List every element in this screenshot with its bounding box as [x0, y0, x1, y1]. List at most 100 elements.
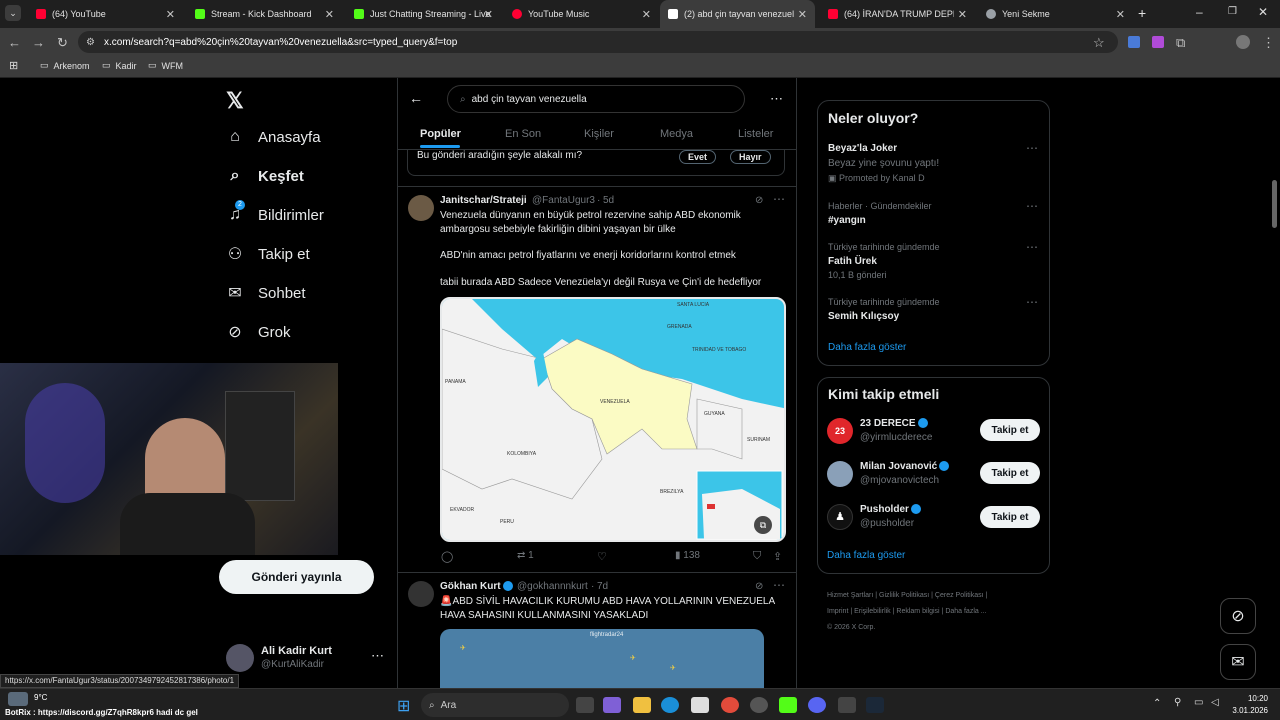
file-explorer-icon[interactable]	[633, 697, 651, 713]
follow-show-more-link[interactable]: Daha fazla göster	[827, 550, 905, 561]
footer-link[interactable]: Imprint	[827, 608, 848, 615]
maximize-icon[interactable]: ❐	[1228, 6, 1237, 17]
store-icon[interactable]	[691, 697, 709, 713]
messages-floating-icon[interactable]: ✉	[1220, 644, 1256, 680]
back-icon[interactable]: ←	[8, 35, 21, 50]
mic-icon[interactable]: ⚲	[1174, 697, 1181, 708]
steam-icon[interactable]	[866, 697, 884, 713]
app-icon[interactable]	[838, 697, 856, 713]
tab-search-icon[interactable]: ⌄	[5, 5, 21, 21]
windows-start-icon[interactable]: ⊞	[397, 696, 410, 716]
volume-icon[interactable]: ◁	[1211, 697, 1219, 708]
follow-button[interactable]: Takip et	[980, 419, 1040, 441]
nav-notifications[interactable]: ♫ 2 Bildirimler	[226, 200, 324, 224]
more-icon[interactable]: ⋯	[371, 648, 384, 664]
tweet-image-map[interactable]: SANTA LUCIA GRENADA TRINIDAD VE TOBAGO P…	[440, 297, 786, 542]
window-close-icon[interactable]: ✕	[1258, 5, 1268, 19]
trend-item[interactable]: Beyaz'la Joker Beyaz yine şovunu yaptı! …	[818, 137, 1049, 187]
share-icon[interactable]: ⇪	[773, 550, 782, 563]
retweet-button[interactable]: ⇄ 1	[517, 550, 534, 561]
tab-lists[interactable]: Listeler	[738, 128, 773, 140]
browser-tab[interactable]: YouTube Music ✕	[504, 0, 659, 28]
bookmark-folder[interactable]: ▭ Kadir	[102, 60, 137, 71]
clock-date[interactable]: 3.01.2026	[1222, 706, 1268, 715]
reply-icon[interactable]: ◯	[441, 550, 453, 563]
more-icon[interactable]: ⋯	[1026, 199, 1038, 213]
browser-tab[interactable]: Yeni Sekme ✕	[978, 0, 1133, 28]
more-icon[interactable]: ⋯	[1026, 141, 1038, 155]
close-icon[interactable]: ✕	[642, 8, 651, 21]
tab-latest[interactable]: En Son	[505, 128, 541, 140]
tweet-handle[interactable]: @FantaUgur3	[532, 195, 595, 206]
nav-home[interactable]: ⌂ Anasayfa	[226, 128, 320, 146]
close-icon[interactable]: ✕	[166, 8, 175, 21]
image-alt-icon[interactable]: ⧉	[754, 516, 772, 534]
feedback-yes-button[interactable]: Evet	[679, 150, 717, 164]
browser-tab[interactable]: Stream - Kick Dashboard ✕	[187, 0, 342, 28]
tweet-time[interactable]: 7d	[597, 581, 608, 592]
follow-button[interactable]: Takip et	[980, 462, 1040, 484]
tab-people[interactable]: Kişiler	[584, 128, 614, 140]
weather-icon[interactable]	[8, 692, 28, 706]
footer-link[interactable]: Reklam bilgisi	[896, 608, 939, 615]
close-icon[interactable]: ✕	[1116, 8, 1125, 21]
bookmark-icon[interactable]: ⛉	[753, 550, 761, 563]
bookmark-star-icon[interactable]: ☆	[1093, 35, 1105, 51]
nav-follow[interactable]: ⚇ Takip et	[226, 245, 310, 264]
post-button[interactable]: Gönderi yayınla	[219, 560, 374, 594]
trends-show-more-link[interactable]: Daha fazla göster	[828, 342, 906, 353]
browser-tab[interactable]: Just Chatting Streaming - Live ✕	[346, 0, 501, 28]
follow-button[interactable]: Takip et	[980, 506, 1040, 528]
footer-link[interactable]: Erişilebilirlik	[854, 608, 891, 615]
search-input[interactable]: ⌕ abd çin tayvan venezuella	[447, 85, 745, 113]
trend-item[interactable]: Türkiye tarihinde gündemde Semih Kılıçso…	[818, 293, 1049, 329]
tweet-author[interactable]: Janitschar/Strateji	[440, 195, 527, 206]
browser-tab[interactable]: (64) İRAN'DA TRUMP DEPREMİ ✕	[820, 0, 975, 28]
footer-link[interactable]: Çerez Politikası	[935, 592, 984, 599]
obs-icon[interactable]	[750, 697, 768, 713]
footer-link[interactable]: Gizlilik Politikası	[879, 592, 929, 599]
new-tab-icon[interactable]: +	[1138, 5, 1146, 21]
more-icon[interactable]: ⋯	[773, 578, 785, 592]
trend-item[interactable]: Haberler · Gündemdekiler #yangın ⋯	[818, 197, 1049, 233]
task-view-icon[interactable]	[576, 697, 594, 713]
edge-icon[interactable]	[661, 697, 679, 713]
tab-media[interactable]: Medya	[660, 128, 693, 140]
close-icon[interactable]: ✕	[325, 8, 334, 21]
page-scrollbar-thumb[interactable]	[1272, 180, 1277, 228]
grok-floating-icon[interactable]: ⊘	[1220, 598, 1256, 634]
tray-expand-icon[interactable]: ⌃	[1153, 698, 1161, 709]
apps-grid-icon[interactable]: ⊞	[9, 59, 18, 72]
more-icon[interactable]: ⋯	[1026, 295, 1038, 309]
profile-avatar-icon[interactable]	[1236, 35, 1250, 49]
address-bar[interactable]: x.com/search?q=abd%20çin%20tayvan%20vene…	[78, 31, 1118, 53]
taskbar-search[interactable]: ⌕ Ara	[421, 693, 569, 717]
footer-link[interactable]: Hizmet Şartları	[827, 592, 873, 599]
x-logo-icon[interactable]: 𝕏	[226, 88, 244, 114]
views-button[interactable]: ▮ 138	[675, 550, 700, 561]
footer-link[interactable]: Daha fazla ...	[945, 608, 986, 615]
account-switcher[interactable]: Ali Kadir Kurt @KurtAliKadir ⋯	[226, 642, 386, 678]
browser-tab[interactable]: (64) YouTube ✕	[28, 0, 183, 28]
translate-extension-icon[interactable]	[1128, 36, 1140, 48]
chrome-icon[interactable]	[721, 697, 739, 713]
minimize-icon[interactable]: –	[1196, 5, 1203, 19]
copilot-icon[interactable]	[603, 697, 621, 713]
like-icon[interactable]: ♡	[597, 550, 607, 563]
grok-explain-icon[interactable]: ⊘	[755, 581, 763, 592]
site-info-icon[interactable]: ⚙	[86, 37, 95, 48]
tweet-image-flightradar[interactable]: flightradar24 ✈ ✈ ✈	[440, 629, 764, 688]
back-arrow-icon[interactable]: ←	[409, 90, 423, 106]
tab-popular[interactable]: Popüler	[420, 128, 461, 140]
discord-icon[interactable]	[808, 697, 826, 713]
nav-messages[interactable]: ✉ Sohbet	[226, 284, 305, 303]
browser-tab-active[interactable]: (2) abd çin tayvan venezuela - ✕	[660, 0, 815, 28]
extensions-puzzle-icon[interactable]: ⧉	[1176, 35, 1185, 51]
trend-item[interactable]: Türkiye tarihinde gündemde Fatih Ürek 10…	[818, 238, 1049, 284]
close-icon[interactable]: ✕	[798, 8, 807, 21]
tweet-time[interactable]: 5d	[603, 195, 614, 206]
kick-icon[interactable]	[779, 697, 797, 713]
grok-explain-icon[interactable]: ⊘	[755, 195, 763, 206]
chrome-menu-icon[interactable]: ⋮	[1262, 35, 1275, 51]
extension-icon[interactable]	[1152, 36, 1164, 48]
